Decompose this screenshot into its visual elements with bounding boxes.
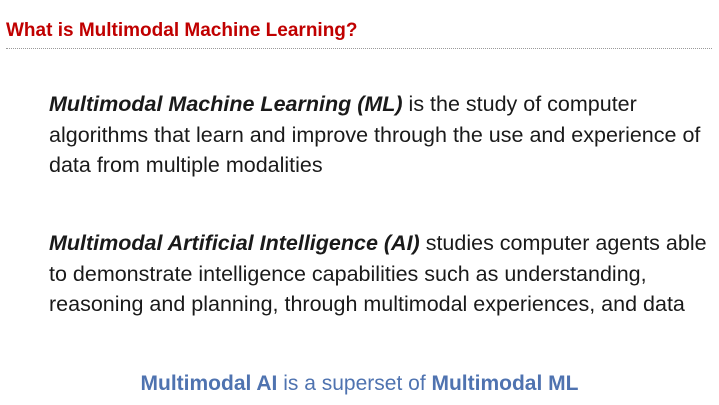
definition-ai-term: Multimodal Artificial Intelligence (AI) — [49, 231, 420, 255]
definition-ml-term: Multimodal Machine Learning (ML) — [49, 92, 403, 116]
slide-title: What is Multimodal Machine Learning? — [6, 20, 358, 41]
slide: What is Multimodal Machine Learning? Mul… — [0, 0, 719, 405]
summary-connector: is a superset of — [277, 372, 432, 395]
title-divider — [6, 48, 712, 49]
definition-ml: Multimodal Machine Learning (ML) is the … — [49, 89, 709, 181]
summary-statement: Multimodal AI is a superset of Multimoda… — [0, 371, 719, 397]
definition-ai: Multimodal Artificial Intelligence (AI) … — [49, 228, 709, 320]
summary-term-ai: Multimodal AI — [140, 372, 278, 395]
summary-term-ml: Multimodal ML — [431, 372, 579, 395]
